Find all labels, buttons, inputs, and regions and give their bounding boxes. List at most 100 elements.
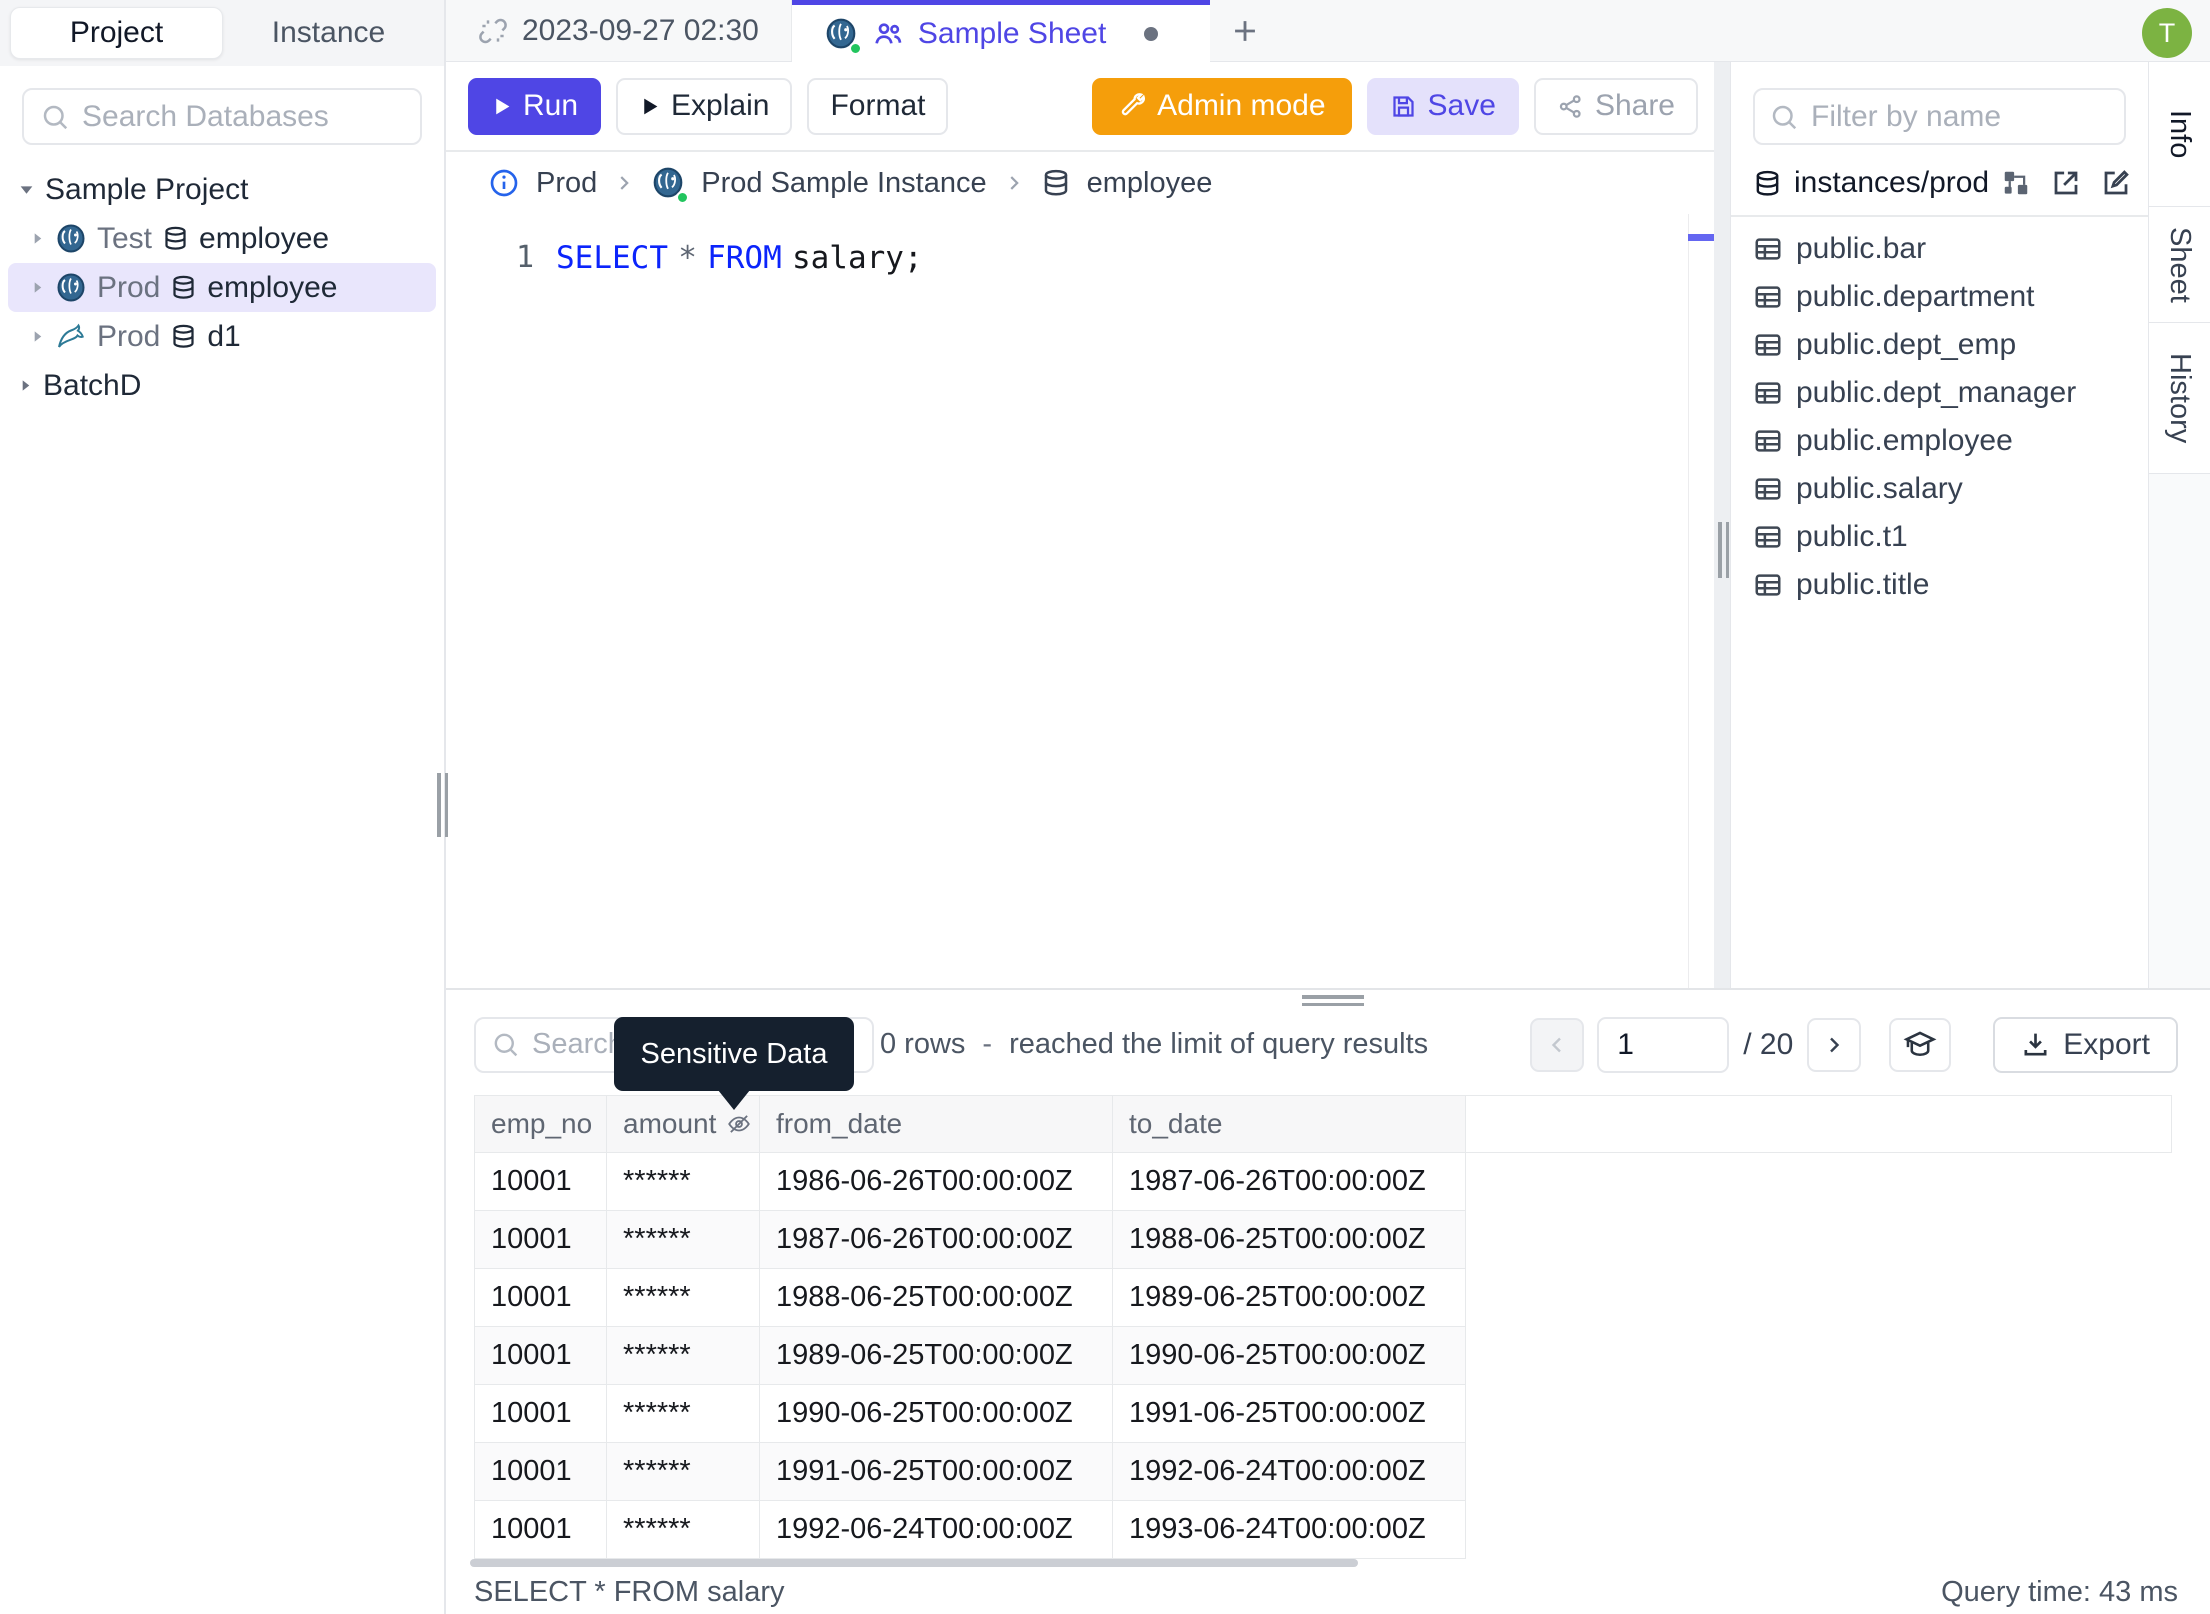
- table-list-item[interactable]: public.bar: [1731, 225, 2148, 273]
- search-icon: [40, 102, 70, 132]
- run-button[interactable]: Run: [468, 77, 602, 135]
- column-header-filler: [1466, 1095, 2172, 1153]
- cell: 10001: [474, 1211, 607, 1269]
- online-status-dot: [848, 41, 862, 55]
- table-list-item[interactable]: public.dept_manager: [1731, 369, 2148, 417]
- database-name: d1: [207, 319, 241, 353]
- sql-editor[interactable]: 1 SELECT * FROM salary;: [446, 214, 1714, 988]
- sql-keyword: SELECT: [556, 240, 668, 276]
- postgresql-icon: [651, 166, 690, 204]
- cell: 1992-06-24T00:00:00Z: [1113, 1443, 1466, 1501]
- prev-page-button[interactable]: [1530, 1017, 1585, 1072]
- cell: ******: [607, 1269, 760, 1327]
- breadcrumb-environment[interactable]: Prod: [536, 167, 597, 200]
- filter-by-name-input[interactable]: Filter by name: [1753, 88, 2126, 145]
- download-icon: [2021, 1030, 2050, 1059]
- column-header[interactable]: emp_no: [474, 1095, 607, 1153]
- online-status-dot: [676, 191, 690, 204]
- horizontal-scrollbar[interactable]: [470, 1559, 1358, 1567]
- tab-sheet[interactable]: Sheet: [2149, 207, 2210, 323]
- table-list-item[interactable]: public.employee: [1731, 417, 2148, 465]
- environment-label: Test: [97, 221, 153, 255]
- cell: 1991-06-25T00:00:00Z: [1113, 1385, 1466, 1443]
- tooltip-arrow: [718, 1090, 750, 1110]
- new-tab-button[interactable]: [1210, 0, 1280, 62]
- external-link-icon[interactable]: [2051, 168, 2081, 198]
- sheet-tabbar: 2023-09-27 02:30 Sample Sheet T: [446, 0, 2210, 62]
- breadcrumb-database[interactable]: employee: [1087, 167, 1213, 200]
- tab-sample-sheet[interactable]: Sample Sheet: [791, 0, 1210, 62]
- tab-recent-sheet[interactable]: 2023-09-27 02:30: [446, 0, 792, 62]
- tab-info[interactable]: Info: [2149, 62, 2210, 207]
- table-list: public.bar public.department public.dept…: [1731, 217, 2148, 609]
- share-icon: [1557, 93, 1584, 120]
- column-header[interactable]: from_date: [760, 1095, 1113, 1153]
- line-number: 1: [515, 240, 534, 275]
- cell: 1989-06-25T00:00:00Z: [1113, 1269, 1466, 1327]
- table-list-item[interactable]: public.title: [1731, 561, 2148, 609]
- editor-scrollbar[interactable]: [1688, 214, 1714, 988]
- tab-project[interactable]: Project: [10, 7, 223, 59]
- next-page-button[interactable]: [1807, 1017, 1862, 1072]
- project-label: Sample Project: [45, 172, 249, 206]
- tree-item-batchd[interactable]: BatchD: [0, 361, 444, 410]
- play-icon: [639, 96, 660, 117]
- shared-users-icon: [872, 18, 904, 50]
- avatar[interactable]: T: [2142, 8, 2192, 58]
- wrench-icon: [1118, 92, 1146, 120]
- play-icon: [491, 96, 512, 117]
- cell: 1987-06-26T00:00:00Z: [760, 1211, 1113, 1269]
- scroll-cursor-marker: [1688, 234, 1714, 241]
- cell: 1987-06-26T00:00:00Z: [1113, 1153, 1466, 1211]
- edit-icon[interactable]: [2101, 168, 2131, 198]
- caret-right-icon: [30, 231, 45, 246]
- environment-label: Prod: [97, 270, 161, 304]
- search-placeholder: Search Databases: [82, 99, 329, 133]
- info-icon[interactable]: [488, 167, 520, 199]
- results-resize-handle[interactable]: [1302, 995, 1364, 1007]
- table-list-item[interactable]: public.dept_emp: [1731, 321, 2148, 369]
- save-button[interactable]: Save: [1366, 77, 1519, 135]
- schema-panel: Filter by name instances/prod public.bar…: [1730, 62, 2148, 988]
- sql-operator: *: [678, 240, 697, 276]
- table-list-item[interactable]: public.salary: [1731, 465, 2148, 513]
- cell: ******: [607, 1211, 760, 1269]
- breadcrumb-instance[interactable]: Prod Sample Instance: [701, 167, 986, 200]
- results-search-placeholder: Search: [532, 1028, 624, 1060]
- admin-mode-button[interactable]: Admin mode: [1092, 77, 1352, 135]
- database-icon: [1753, 169, 1782, 198]
- share-button[interactable]: Share: [1533, 77, 1698, 135]
- tree-item-sample-project[interactable]: Sample Project: [0, 165, 444, 214]
- page-number-input[interactable]: [1597, 1016, 1730, 1073]
- sql-keyword: FROM: [707, 240, 782, 276]
- schema-source-row: instances/prod: [1731, 159, 2148, 207]
- mysql-icon: [55, 321, 87, 353]
- export-button[interactable]: Export: [1993, 1016, 2178, 1073]
- unlink-icon: [478, 16, 508, 46]
- column-header[interactable]: to_date: [1113, 1095, 1466, 1153]
- graduation-cap-icon-button[interactable]: [1889, 1017, 1952, 1072]
- tab-history[interactable]: History: [2149, 323, 2210, 474]
- schema-source-label: instances/prod: [1794, 166, 1990, 199]
- search-databases-input[interactable]: Search Databases: [22, 88, 422, 145]
- sidebar-resize-handle[interactable]: [437, 773, 450, 837]
- explain-button[interactable]: Explain: [616, 77, 793, 135]
- table-list-item[interactable]: public.t1: [1731, 513, 2148, 561]
- cell: 1990-06-25T00:00:00Z: [1113, 1327, 1466, 1385]
- filter-placeholder: Filter by name: [1811, 99, 2002, 133]
- editor-toolbar: Run Explain Format Admin mode Save Share: [446, 62, 1714, 152]
- query-results-panel: Search 0 rows - reached the limit of que…: [446, 988, 2210, 1614]
- sql-code-line: SELECT * FROM salary;: [556, 240, 933, 276]
- tree-item-prod-d1[interactable]: Prod d1: [0, 312, 444, 361]
- caret-down-icon: [18, 181, 35, 198]
- tree-item-prod-employee[interactable]: Prod employee: [8, 263, 436, 312]
- tree-item-test-employee[interactable]: Test employee: [0, 214, 444, 263]
- format-button[interactable]: Format: [807, 77, 949, 135]
- schema-diagram-icon[interactable]: [2001, 168, 2031, 198]
- tab-instance[interactable]: Instance: [223, 7, 434, 59]
- panel-divider: [1714, 62, 1730, 988]
- database-tree: Sample Project Test employee Prod employ…: [0, 165, 444, 410]
- tab-label: 2023-09-27 02:30: [522, 14, 759, 47]
- panel-resize-handle[interactable]: [1718, 522, 1730, 578]
- table-list-item[interactable]: public.department: [1731, 273, 2148, 321]
